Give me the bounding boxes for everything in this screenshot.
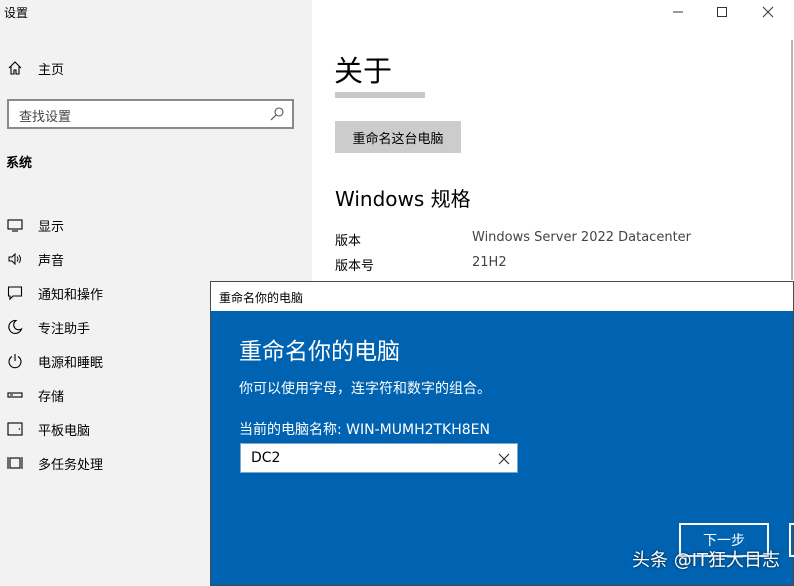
home-icon [6,59,24,77]
sidebar-item-label: 专注助手 [38,321,91,337]
scrollbar[interactable] [786,0,794,280]
cancel-button-partial[interactable] [789,523,794,557]
search-icon[interactable] [269,106,285,122]
sidebar-item-label: 平板电脑 [38,423,91,439]
dialog-title: 重命名你的电脑 [219,291,304,305]
nav-list: 显示 声音 通知和操作 专注助手 电源和睡眠 存储 平板电脑 多任务处理 [6,208,103,480]
dialog-titlebar: 重命名你的电脑 [211,282,793,311]
maximize-icon [717,7,727,17]
page-title: 关于 [334,54,393,88]
power-icon [6,352,24,370]
search-placeholder: 查找设置 [19,110,72,125]
spec-key: 版本 [335,234,362,249]
maximize-button[interactable] [710,2,734,22]
spec-key: 版本号 [335,259,375,274]
current-pc-name: 当前的电脑名称: WIN-MUMH2TKH8EN [239,422,490,438]
dialog-heading: 重命名你的电脑 [239,339,400,365]
title-underline [335,92,425,98]
display-icon [6,216,24,234]
sidebar-item-multitasking[interactable]: 多任务处理 [6,432,103,480]
window-title: 设置 [4,6,29,20]
spec-value: 21H2 [472,255,507,270]
sound-icon [6,250,24,268]
sidebar-item-label: 电源和睡眠 [38,355,104,371]
nav-home-label: 主页 [38,62,65,78]
minimize-button[interactable] [666,2,690,22]
section-title: 系统 [6,156,33,171]
notification-icon [6,284,24,302]
close-button[interactable] [756,2,780,22]
tablet-icon [6,420,24,438]
search-input[interactable]: 查找设置 [7,99,294,129]
close-icon [762,6,774,18]
watermark: 头条 @IT狂大日志 [631,550,780,571]
sidebar-item-label: 声音 [38,253,65,269]
pc-name-input[interactable] [251,448,491,468]
sidebar-item-label: 存储 [38,389,65,405]
sidebar-item-label: 显示 [38,219,65,235]
spec-title: Windows 规格 [335,187,471,211]
clear-icon[interactable] [497,451,511,465]
minimize-icon [673,11,683,13]
nav-home[interactable]: 主页 [6,58,64,78]
scrollbar-thumb[interactable] [791,40,793,280]
sidebar-item-label: 多任务处理 [38,457,104,473]
dialog-description: 你可以使用字母，连字符和数字的组合。 [239,381,491,397]
sidebar-item-label: 通知和操作 [38,287,104,303]
spec-value: Windows Server 2022 Datacenter [472,230,692,245]
moon-icon [6,318,24,336]
rename-dialog: 重命名你的电脑 重命名你的电脑 你可以使用字母，连字符和数字的组合。 当前的电脑… [210,281,794,586]
storage-icon [6,386,24,404]
multitask-icon [6,454,24,472]
pc-name-field[interactable] [240,443,518,473]
rename-pc-button[interactable]: 重命名这台电脑 [335,121,461,153]
